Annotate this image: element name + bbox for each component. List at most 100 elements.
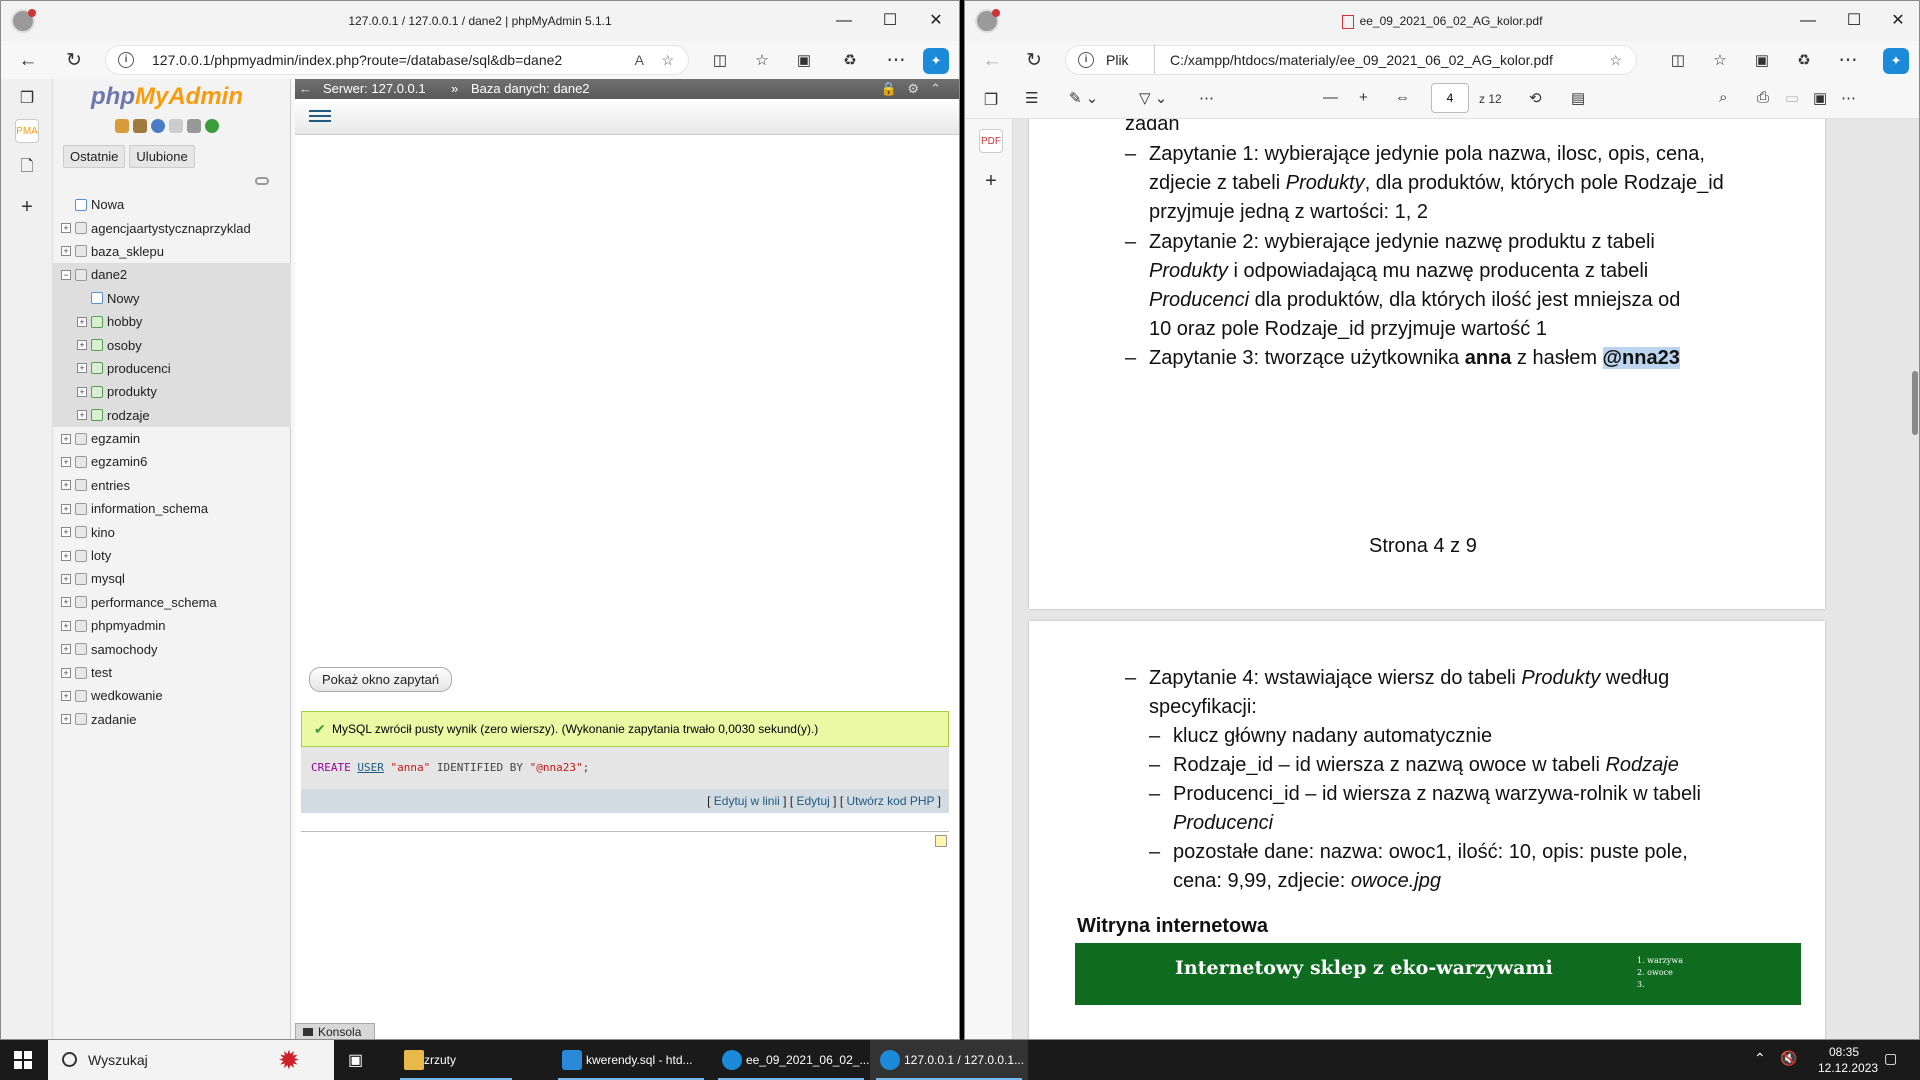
- favorite-star-icon[interactable]: ☆: [661, 46, 674, 74]
- minimize-icon[interactable]: —: [821, 1, 867, 41]
- tree-item[interactable]: Nowa: [53, 193, 291, 216]
- search-highlight-icon[interactable]: ✹: [278, 1044, 318, 1076]
- print-icon[interactable]: ⎙: [1757, 89, 1769, 106]
- expand-icon[interactable]: +: [77, 410, 87, 421]
- tree-item[interactable]: + wedkowanie: [53, 684, 291, 707]
- expand-icon[interactable]: +: [61, 503, 71, 514]
- tree-item[interactable]: + information_schema: [53, 497, 291, 520]
- title-bar[interactable]: 127.0.0.1 / 127.0.0.1 / dane2 | phpMyAdm…: [1, 1, 959, 41]
- title-bar[interactable]: ee_09_2021_06_02_AG_kolor.pdf — ☐ ✕: [965, 1, 1919, 41]
- expand-icon[interactable]: +: [61, 550, 71, 561]
- add-tab-icon[interactable]: +: [15, 195, 39, 219]
- zoom-out-icon[interactable]: —: [1323, 89, 1338, 106]
- tree-item[interactable]: + produkty: [53, 380, 291, 404]
- expand-icon[interactable]: +: [77, 340, 87, 351]
- draw-icon[interactable]: ▽ ⌄: [1139, 89, 1167, 107]
- back-icon[interactable]: ←: [15, 48, 41, 74]
- copilot-icon[interactable]: ✦: [923, 48, 949, 74]
- tree-item[interactable]: + agencjaartystycznaprzyklad: [53, 216, 291, 239]
- minimize-icon[interactable]: —: [1785, 1, 1831, 41]
- favorites-icon[interactable]: ☆: [749, 48, 775, 74]
- tree-item[interactable]: + hobby: [53, 309, 291, 334]
- console-toggle[interactable]: Konsola: [295, 1023, 375, 1039]
- expand-icon[interactable]: +: [77, 363, 87, 374]
- tray-overflow-icon[interactable]: ⌃: [1754, 1050, 1766, 1067]
- favorite-star-icon[interactable]: ☆: [1609, 46, 1622, 74]
- tree-item[interactable]: + test: [53, 661, 291, 684]
- expand-icon[interactable]: +: [77, 316, 87, 327]
- link-with-main-icon[interactable]: [255, 177, 269, 185]
- lock-icon[interactable]: 🔒: [881, 79, 897, 99]
- edit-link[interactable]: Edytuj: [796, 794, 829, 808]
- tab-recent[interactable]: Ostatnie: [63, 145, 126, 168]
- tree-item[interactable]: + entries: [53, 474, 291, 497]
- tree-item[interactable]: + phpmyadmin: [53, 614, 291, 637]
- more-options-icon[interactable]: ⋯: [1841, 89, 1856, 107]
- extensions-icon[interactable]: ♻: [1791, 48, 1817, 74]
- read-aloud-icon[interactable]: A: [635, 46, 644, 74]
- refresh-icon[interactable]: ↻: [1021, 48, 1047, 74]
- copilot-icon[interactable]: ✦: [1883, 48, 1909, 74]
- rotate-icon[interactable]: ⟲: [1529, 89, 1542, 107]
- gear-icon[interactable]: ⚙: [907, 79, 919, 99]
- highlight-icon[interactable]: ✎ ⌄: [1069, 89, 1098, 107]
- extensions-icon[interactable]: ♻: [837, 48, 863, 74]
- tree-item[interactable]: + producenci: [53, 356, 291, 381]
- reload-icon[interactable]: [205, 119, 219, 133]
- expand-icon[interactable]: +: [61, 223, 71, 234]
- menu-dots-icon[interactable]: ⋯: [1835, 48, 1861, 74]
- expand-icon[interactable]: +: [61, 644, 71, 655]
- split-screen-icon[interactable]: ◫: [707, 48, 733, 74]
- expand-icon[interactable]: +: [61, 597, 71, 608]
- more-tools-icon[interactable]: ⋯: [1199, 89, 1214, 107]
- show-query-window-button[interactable]: Pokaż okno zapytań: [309, 667, 453, 692]
- breadcrumb-server[interactable]: Serwer: 127.0.0.1: [323, 79, 426, 99]
- tree-item[interactable]: + zadanie: [53, 708, 291, 731]
- tab-actions-icon[interactable]: ❐: [979, 89, 1003, 113]
- scrollbar-thumb[interactable]: [1912, 371, 1918, 435]
- hamburger-menu-icon[interactable]: [309, 107, 331, 125]
- expand-icon[interactable]: +: [61, 667, 71, 678]
- tree-item[interactable]: + egzamin: [53, 427, 291, 450]
- address-bar[interactable]: i 127.0.0.1/phpmyadmin/index.php?route=/…: [105, 45, 689, 75]
- expand-icon[interactable]: +: [77, 386, 87, 397]
- volume-muted-icon[interactable]: 🔇: [1780, 1050, 1797, 1067]
- fit-width-icon[interactable]: ⇔: [1395, 89, 1410, 106]
- taskbar-app-edge-pma[interactable]: 127.0.0.1 / 127.0.0.1...: [870, 1040, 1028, 1080]
- selected-text[interactable]: @nna23: [1602, 347, 1680, 369]
- save-as-icon[interactable]: ▣: [1813, 89, 1827, 107]
- help-icon[interactable]: [151, 119, 165, 133]
- expand-icon[interactable]: +: [61, 246, 71, 257]
- pma-tab-icon[interactable]: PMA: [15, 119, 39, 143]
- collections-icon[interactable]: ▣: [791, 48, 817, 74]
- clock[interactable]: 08:35 12.12.2023: [1818, 1045, 1878, 1075]
- address-bar[interactable]: i Plik C:/xampp/htdocs/materialy/ee_09_2…: [1065, 44, 1637, 75]
- expand-icon[interactable]: +: [61, 573, 71, 584]
- tree-item[interactable]: + kino: [53, 520, 291, 543]
- minimize-panel-icon[interactable]: ⌃: [930, 79, 941, 99]
- menu-dots-icon[interactable]: ⋯: [883, 48, 909, 74]
- browser-window-pdf[interactable]: ee_09_2021_06_02_AG_kolor.pdf — ☐ ✕ ← ↻ …: [964, 0, 1920, 1040]
- taskbar-app-edge-pdf[interactable]: ee_09_2021_06_02_...: [712, 1040, 870, 1080]
- taskbar-app-explorer[interactable]: zrzuty: [394, 1040, 518, 1080]
- expand-icon[interactable]: +: [61, 527, 71, 538]
- page-icon[interactable]: 🗋: [15, 155, 39, 179]
- home-icon[interactable]: [115, 119, 129, 133]
- split-screen-icon[interactable]: ◫: [1665, 48, 1691, 74]
- favorites-icon[interactable]: ☆: [1707, 48, 1733, 74]
- bookmark-note-icon[interactable]: [935, 835, 947, 847]
- pdf-tab-icon[interactable]: PDF: [979, 129, 1003, 153]
- pdf-document-area[interactable]: zadań – Zapytanie 1: wybierające jedynie…: [1013, 119, 1919, 1039]
- task-view-icon[interactable]: ▣: [348, 1050, 363, 1070]
- contents-icon[interactable]: ☰: [1025, 89, 1038, 107]
- close-icon[interactable]: ✕: [1875, 1, 1919, 41]
- create-php-code-link[interactable]: Utwórz kod PHP: [847, 794, 935, 808]
- tree-item[interactable]: Nowy: [53, 286, 291, 310]
- collapse-icon[interactable]: −: [61, 269, 71, 280]
- breadcrumb-db[interactable]: Baza danych: dane2: [471, 79, 590, 99]
- taskbar-app-vscode[interactable]: kwerendy.sql - htd...: [552, 1040, 710, 1080]
- start-button-icon[interactable]: [14, 1051, 32, 1069]
- tree-item[interactable]: + osoby: [53, 333, 291, 357]
- tab-favorites[interactable]: Ulubione: [129, 145, 195, 168]
- close-icon[interactable]: ✕: [913, 1, 959, 41]
